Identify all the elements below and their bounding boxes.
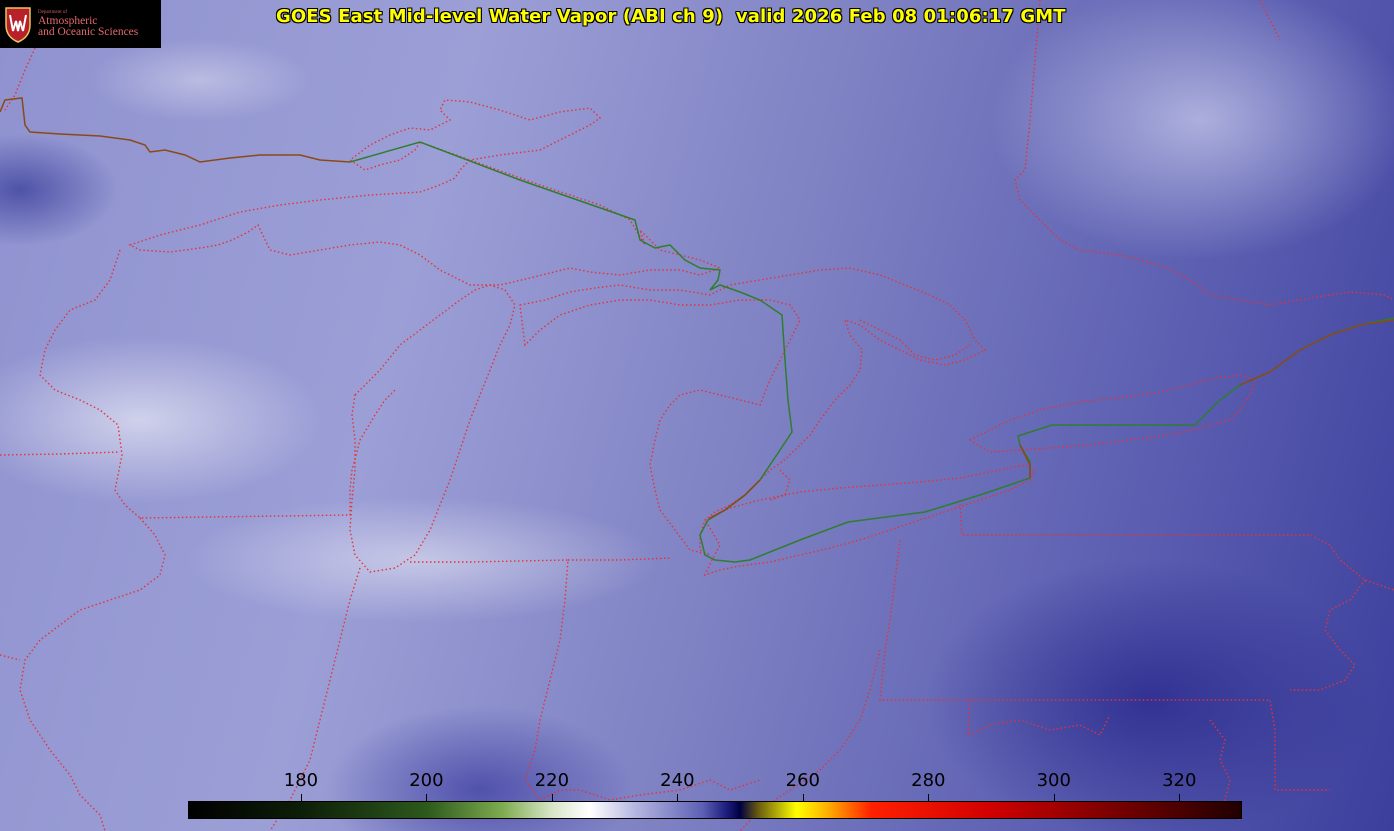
colorbar-tick-mark: [426, 794, 428, 801]
us-canada-border-west: [0, 97, 351, 163]
iowa-illinois-border: [19, 517, 166, 831]
manitoba-ontario-border: [4, 47, 36, 111]
colorbar-gradient: [188, 801, 1242, 819]
logo-line2-text: and Oceanic Sciences: [38, 26, 139, 38]
illinois-border: [0, 654, 21, 661]
lake-superior-shoreline: [128, 99, 722, 286]
logo-department-text: Department of: [38, 9, 68, 15]
uw-aos-logo: Department of Atmospheric and Oceanic Sc…: [0, 0, 161, 48]
lake-ontario-shoreline: [968, 374, 1256, 453]
colorbar-tick-mark: [551, 794, 553, 801]
lake-michigan-shoreline: [349, 284, 516, 573]
st-lawrence-border: [1239, 319, 1394, 386]
colorbar-tick-label: 180: [283, 770, 319, 791]
ny-quebec-border: [1259, 0, 1281, 41]
map-borders: [0, 0, 1394, 831]
water-vapor-map: Department of Atmospheric and Oceanic Sc…: [0, 0, 1394, 831]
colorbar-tick-label: 240: [660, 770, 695, 791]
colorbar-tick-mark: [300, 794, 302, 801]
map-title: GOES East Mid-level Water Vapor (ABI ch …: [276, 6, 1066, 27]
georgian-bay-shoreline: [859, 319, 971, 361]
colorbar-tick-mark: [1179, 794, 1181, 801]
colorbar-tick-label: 260: [785, 770, 821, 791]
colorbar-tick-label: 280: [911, 770, 946, 791]
minnesota-border: [0, 451, 121, 456]
colorbar-tick-label: 300: [1036, 770, 1071, 791]
nj-border: [1290, 579, 1366, 691]
ohio-pa-border: [879, 539, 1330, 791]
logo-text: Department of Atmospheric and Oceanic Sc…: [38, 10, 138, 39]
michigan-ohio-border: [568, 557, 673, 561]
colorbar-tick-label: 200: [409, 770, 444, 791]
lake-st-clair: [769, 469, 791, 501]
us-canada-border: [349, 141, 1394, 563]
colorbar-tick-mark: [802, 794, 804, 801]
colorbar-tick-mark: [677, 794, 679, 801]
lake-huron-shoreline: [519, 267, 987, 556]
detroit-river-border: [709, 479, 761, 519]
colorbar-labels: 180 200 220 240 260 280 300 320: [188, 770, 1242, 801]
colorbar-tick-mark: [928, 794, 930, 801]
ny-pa-border: [959, 499, 1394, 591]
colorbar-tick-mark: [1053, 794, 1055, 801]
uw-crest-icon: [5, 7, 31, 43]
colorbar-tick-label: 320: [1162, 770, 1197, 791]
colorbar-legend: 180 200 220 240 260 280 300 320: [188, 770, 1242, 820]
maryland-border: [967, 699, 1111, 737]
niagara-border: [1019, 444, 1031, 478]
indiana-ohio-border: [410, 559, 761, 801]
wisconsin-border: [39, 249, 396, 519]
colorbar-tick-label: 220: [534, 770, 570, 791]
ontario-quebec-border: [1014, 0, 1394, 306]
